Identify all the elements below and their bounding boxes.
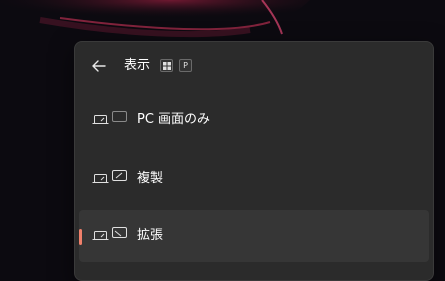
duplicate-icon (92, 170, 127, 183)
flyout-title: 表示 (124, 58, 151, 73)
option-label: 複製 (137, 171, 164, 186)
extend-icon (92, 227, 127, 240)
back-arrow-icon[interactable] (89, 56, 109, 76)
option-duplicate[interactable]: 複製 (79, 153, 429, 205)
selected-indicator (79, 229, 82, 245)
pc-screen-only-icon (92, 111, 127, 124)
option-extend[interactable]: 拡張 (79, 210, 429, 262)
option-pc-screen-only[interactable]: PC 画面のみ (79, 94, 429, 146)
option-label: PC 画面のみ (137, 112, 211, 127)
option-label: 拡張 (137, 228, 164, 243)
p-key: P (179, 59, 192, 72)
windows-key-icon (160, 59, 173, 72)
flyout-header: 表示 P (75, 42, 433, 92)
project-flyout: 表示 P PC 画面のみ 複製 拡張 (74, 41, 434, 281)
